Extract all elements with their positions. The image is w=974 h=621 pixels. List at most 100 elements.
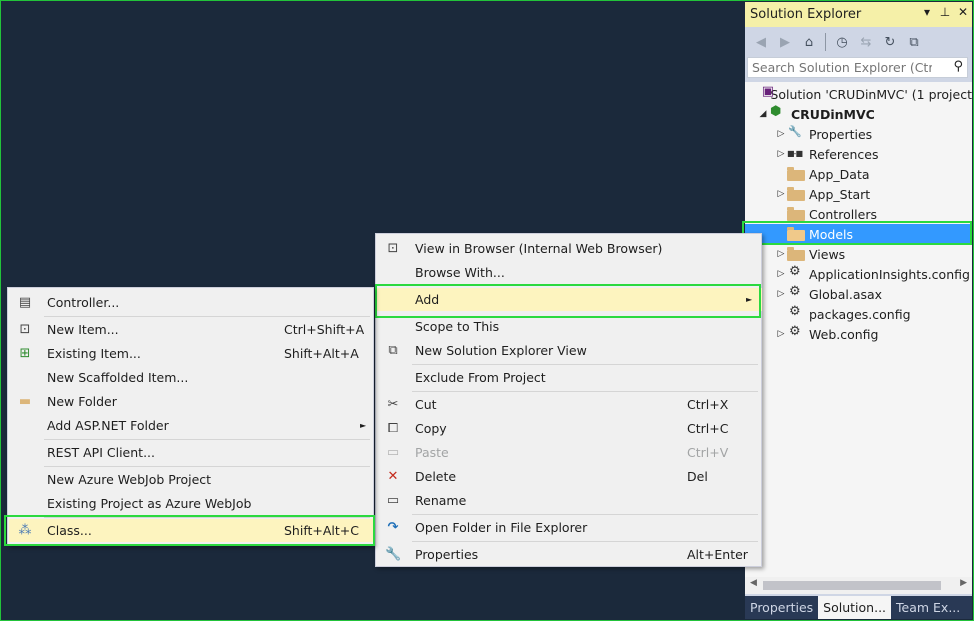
menu-item-existing-item[interactable]: ⊞ Existing Item... Shift+Alt+A (9, 342, 374, 365)
menu-item-label: Open Folder in File Explorer (415, 520, 588, 535)
new-folder-icon: ▬ (18, 394, 32, 409)
search-box[interactable]: ⚲ (747, 57, 968, 78)
tree-item-properties[interactable]: ▷ Properties (745, 124, 972, 144)
horizontal-scrollbar[interactable]: ◀ ▶ (745, 577, 972, 594)
menu-item-add[interactable]: Add ► (377, 288, 762, 311)
pin-icon[interactable]: ⊥ (938, 5, 952, 19)
panel-toolbar: ◀ ▶ ⌂ ◷ ⇆ ↻ ⧉ (745, 29, 972, 55)
menu-separator (44, 517, 370, 518)
folder-icon (787, 247, 805, 261)
references-icon (787, 147, 805, 161)
menu-item-label: Class... (47, 523, 92, 538)
forward-icon[interactable]: ▶ (775, 32, 795, 52)
tree-item-references[interactable]: ▷ References (745, 144, 972, 164)
tree-item-project[interactable]: ◢ CRUDinMVC (745, 104, 972, 124)
existing-item-icon: ⊞ (19, 346, 31, 361)
menu-item-shortcut: Shift+Alt+C (284, 523, 360, 538)
refresh-icon[interactable]: ↻ (880, 32, 900, 52)
menu-item-rename[interactable]: ▭ Rename (377, 489, 762, 512)
back-icon[interactable]: ◀ (751, 32, 771, 52)
tree-item-models[interactable]: Models (745, 224, 972, 244)
tree-item-solution[interactable]: Solution 'CRUDinMVC' (1 project (745, 84, 972, 104)
menu-item-exclude-from-project[interactable]: Exclude From Project (377, 366, 762, 389)
tab-team-explorer[interactable]: Team Ex... (891, 596, 965, 619)
tab-properties[interactable]: Properties (745, 596, 818, 619)
browser-icon: ⊡ (387, 241, 399, 256)
menu-item-delete[interactable]: ✕ Delete Del (377, 465, 762, 488)
menu-item-new-solution-explorer-view[interactable]: ⧉ New Solution Explorer View (377, 339, 762, 362)
tree-item-packages-config[interactable]: packages.config (745, 304, 972, 324)
menu-item-open-folder[interactable]: ↷ Open Folder in File Explorer (377, 516, 762, 539)
menu-item-rest-api-client[interactable]: REST API Client... (9, 441, 374, 464)
tree-item-label: Views (809, 246, 846, 262)
new-view-icon: ⧉ (388, 343, 398, 358)
menu-item-new-item[interactable]: ⊡ New Item... Ctrl+Shift+A (9, 318, 374, 341)
menu-item-new-folder[interactable]: ▬ New Folder (9, 390, 374, 413)
tree-item-views[interactable]: ▷ Views (745, 244, 972, 264)
expand-arrow-icon[interactable]: ▷ (775, 269, 787, 279)
menu-item-label: REST API Client... (47, 445, 155, 460)
vs-solution-icon (761, 84, 774, 101)
search-input[interactable] (752, 60, 932, 75)
toolbar-separator (825, 33, 826, 51)
collapse-all-icon[interactable]: ⧉ (904, 32, 924, 52)
menu-item-shortcut: Ctrl+C (687, 421, 729, 436)
expand-arrow-icon[interactable]: ▷ (775, 129, 787, 139)
menu-item-class[interactable]: ⁂ Class... Shift+Alt+C (9, 519, 374, 542)
menu-item-cut[interactable]: ✂ Cut Ctrl+X (377, 393, 762, 416)
menu-item-label: Exclude From Project (415, 370, 546, 385)
pending-changes-icon[interactable]: ◷ (832, 32, 852, 52)
cut-icon: ✂ (387, 397, 399, 412)
close-icon[interactable]: ✕ (956, 5, 970, 19)
tree-item-label: ApplicationInsights.config (809, 266, 970, 282)
expand-arrow-icon[interactable]: ▷ (775, 289, 787, 299)
expand-arrow-icon[interactable]: ▷ (775, 149, 787, 159)
tree-item-label: App_Start (809, 186, 871, 202)
menu-item-controller[interactable]: ▤ Controller... (9, 291, 374, 314)
tree-item-label: References (809, 146, 879, 162)
menu-item-label: Add ASP.NET Folder (47, 418, 169, 433)
menu-item-label: Copy (415, 421, 447, 436)
menu-item-label: Existing Project as Azure WebJob (47, 496, 252, 511)
panel-tabs: Properties Solution... Team Ex... (745, 596, 972, 619)
menu-item-label: Controller... (47, 295, 120, 310)
scroll-right-icon[interactable]: ▶ (960, 578, 967, 588)
tree-item-global-asax[interactable]: ▷ Global.asax (745, 284, 972, 304)
menu-item-paste[interactable]: ▭ Paste Ctrl+V (377, 441, 762, 464)
menu-item-properties[interactable]: 🔧 Properties Alt+Enter (377, 543, 762, 566)
home-icon[interactable]: ⌂ (799, 32, 819, 52)
menu-item-label: New Scaffolded Item... (47, 370, 189, 385)
solution-explorer-panel: Solution Explorer ▾ ⊥ ✕ ◀ ▶ ⌂ ◷ ⇆ ↻ ⧉ ⚲ … (745, 2, 972, 619)
menu-item-existing-project-webjob[interactable]: Existing Project as Azure WebJob (9, 492, 374, 515)
menu-item-copy[interactable]: ⧠ Copy Ctrl+C (377, 417, 762, 440)
tree-item-app-data[interactable]: App_Data (745, 164, 972, 184)
panel-title: Solution Explorer (750, 7, 862, 22)
search-icon[interactable]: ⚲ (953, 59, 963, 74)
expand-arrow-icon[interactable]: ▷ (775, 249, 787, 259)
menu-item-scope-to-this[interactable]: Scope to This (377, 315, 762, 338)
menu-item-new-azure-webjob[interactable]: New Azure WebJob Project (9, 468, 374, 491)
menu-item-label: New Folder (47, 394, 117, 409)
menu-item-browse-with[interactable]: Browse With... (377, 261, 762, 284)
menu-separator (44, 439, 370, 440)
folder-icon (787, 207, 805, 221)
tree-item-app-start[interactable]: ▷ App_Start (745, 184, 972, 204)
scroll-left-icon[interactable]: ◀ (750, 578, 757, 588)
copy-icon: ⧠ (387, 421, 399, 436)
menu-item-add-aspnet-folder[interactable]: Add ASP.NET Folder ► (9, 414, 374, 437)
sync-icon[interactable]: ⇆ (856, 32, 876, 52)
expand-arrow-icon[interactable]: ◢ (757, 109, 769, 119)
menu-item-view-in-browser[interactable]: ⊡ View in Browser (Internal Web Browser) (377, 237, 762, 260)
scrollbar-thumb[interactable] (763, 581, 941, 590)
dropdown-icon[interactable]: ▾ (920, 5, 934, 19)
expand-arrow-icon[interactable]: ▷ (775, 189, 787, 199)
solution-tree: Solution 'CRUDinMVC' (1 project ◢ CRUDin… (745, 82, 972, 577)
submenu-arrow-icon: ► (360, 421, 367, 430)
tree-item-web-config[interactable]: ▷ Web.config (745, 324, 972, 344)
expand-arrow-icon[interactable]: ▷ (775, 329, 787, 339)
tab-solution-explorer[interactable]: Solution... (818, 596, 892, 619)
menu-item-new-scaffolded-item[interactable]: New Scaffolded Item... (9, 366, 374, 389)
tree-item-appinsights-config[interactable]: ▷ ApplicationInsights.config (745, 264, 972, 284)
menu-item-label: Scope to This (415, 319, 500, 334)
tree-item-controllers[interactable]: Controllers (745, 204, 972, 224)
